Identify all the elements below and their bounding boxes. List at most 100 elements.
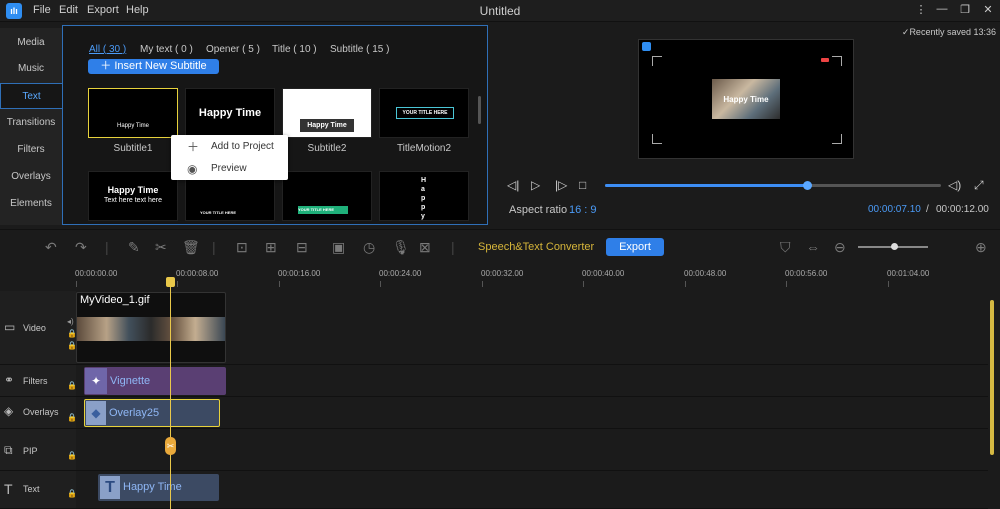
- maximize-icon[interactable]: ❐: [957, 3, 973, 16]
- fit-icon[interactable]: ⇔: [806, 239, 820, 255]
- filter-title[interactable]: Title ( 10 ): [272, 44, 317, 55]
- filter-opener[interactable]: Opener ( 5 ): [206, 44, 260, 55]
- tab-filters[interactable]: Filters: [0, 137, 62, 163]
- speech-text-converter-button[interactable]: Speech&Text Converter: [478, 241, 594, 253]
- window-title: Untitled: [479, 4, 521, 18]
- track-lane-pip[interactable]: [76, 429, 988, 471]
- split-scissors-icon[interactable]: ✂: [165, 437, 176, 455]
- close-icon[interactable]: ✕: [980, 3, 996, 16]
- divider: |: [212, 239, 216, 255]
- seek-progress: [605, 184, 807, 187]
- video-clip[interactable]: MyVideo_1.gif: [76, 292, 226, 363]
- divider: |: [105, 239, 109, 255]
- ruler-tick: [583, 281, 584, 287]
- subtitle2-thumbnail[interactable]: Happy Time: [282, 88, 372, 138]
- video-clip-frames: [77, 317, 225, 341]
- frame-corner-icon: [832, 134, 842, 144]
- track-header-text: T Text 🔒: [0, 471, 77, 509]
- text-clip[interactable]: T Happy Time: [98, 474, 219, 501]
- tab-music[interactable]: Music: [0, 56, 62, 82]
- time-separator: /: [926, 204, 929, 215]
- next-frame-icon[interactable]: |▷: [555, 178, 567, 192]
- fullscreen-icon[interactable]: ⤢: [974, 178, 984, 193]
- microphone-icon[interactable]: 🎙: [392, 239, 410, 256]
- thumbnail-caption: Subtitle1: [113, 143, 153, 154]
- text-thumbnail-2[interactable]: Happy Time: [185, 88, 275, 138]
- undo-icon[interactable]: ↶: [45, 239, 57, 256]
- timeline-scrollbar[interactable]: [990, 300, 994, 455]
- library-scrollbar[interactable]: [478, 96, 481, 124]
- filter-all[interactable]: All ( 30 ): [89, 44, 126, 55]
- ruler-tick: [482, 281, 483, 287]
- frame-corner-icon: [832, 56, 842, 66]
- filter-clip[interactable]: ✦ Vignette: [84, 367, 226, 395]
- track-header-video: ▭ Video ◂) 🔒 🔒: [0, 291, 77, 365]
- save-status: ✓Recently saved 13:36: [901, 27, 996, 37]
- tab-media[interactable]: Media: [0, 30, 62, 56]
- plus-icon: ＋: [187, 140, 200, 154]
- overlays-icon: ◈: [4, 404, 14, 418]
- thumbnail-caption: Subtitle2: [307, 143, 347, 154]
- pencil-icon[interactable]: ✎: [128, 239, 140, 256]
- text-thumbnail-8[interactable]: Happy: [379, 171, 469, 221]
- marker-icon[interactable]: ⛉: [780, 239, 791, 256]
- voiceover-icon[interactable]: ⊠: [419, 239, 431, 256]
- overlay-clip[interactable]: ◆ Overlay25: [84, 399, 220, 427]
- more-options-icon[interactable]: ⋮: [913, 3, 929, 16]
- ruler-label: 00:00:40.00: [582, 269, 625, 278]
- insert-new-subtitle-button[interactable]: ＋ Insert New Subtitle: [88, 59, 219, 74]
- menu-item-add-to-project[interactable]: ＋ Add to Project: [171, 136, 288, 158]
- play-icon[interactable]: ▷: [531, 178, 540, 192]
- filter-subtitle[interactable]: Subtitle ( 15 ): [330, 44, 389, 55]
- ruler-tick: [177, 281, 178, 287]
- resize-icon[interactable]: ⊞: [265, 239, 277, 256]
- text-thumbnail-7[interactable]: YOUR TITLE HERE: [282, 171, 372, 221]
- rec-indicator-icon: [821, 58, 829, 62]
- seek-handle[interactable]: [802, 181, 812, 190]
- delete-icon[interactable]: 🗑: [182, 239, 200, 256]
- zoom-in-icon[interactable]: ⊕: [975, 239, 987, 256]
- scissors-icon[interactable]: ✂: [155, 239, 167, 256]
- filters-icon: ⚭: [4, 373, 15, 387]
- text-clip-icon: T: [100, 476, 120, 499]
- freeze-icon[interactable]: ▣: [332, 239, 345, 256]
- plus-icon: ＋: [100, 60, 115, 72]
- mosaic-icon[interactable]: ⊟: [296, 239, 308, 256]
- previous-frame-icon[interactable]: ◁|: [507, 178, 519, 192]
- zoom-out-icon[interactable]: ⊖: [834, 239, 846, 256]
- duration-icon[interactable]: ◷: [363, 239, 375, 256]
- ruler-tick: [380, 281, 381, 287]
- text-library-panel: All ( 30 ) My text ( 0 ) Opener ( 5 ) Ti…: [62, 25, 488, 225]
- ruler-label: 00:00:32.00: [481, 269, 524, 278]
- frame-corner-icon: [652, 134, 662, 144]
- minimize-icon[interactable]: —: [934, 3, 950, 15]
- playhead[interactable]: [170, 278, 171, 509]
- tab-transitions[interactable]: Transitions: [0, 110, 62, 136]
- titlemotion2-thumbnail[interactable]: YOUR TITLE HERE: [379, 88, 469, 138]
- export-button[interactable]: Export: [606, 238, 664, 256]
- playhead-handle[interactable]: [166, 277, 175, 287]
- subtitle1-thumbnail[interactable]: Happy Time: [88, 88, 178, 138]
- aspect-ratio-label: Aspect ratio: [509, 204, 568, 216]
- text-thumbnail-5[interactable]: Happy Time Text here text here: [88, 171, 178, 221]
- overlay-shape-icon: ◆: [86, 401, 106, 425]
- tab-overlays[interactable]: Overlays: [0, 164, 62, 190]
- crop-icon[interactable]: ⊡: [236, 239, 248, 256]
- tab-text[interactable]: Text: [0, 83, 62, 109]
- tab-elements[interactable]: Elements: [0, 191, 62, 217]
- track-header-pip: ⧉ PIP 🔒: [0, 429, 77, 471]
- redo-icon[interactable]: ↷: [75, 239, 87, 256]
- eye-icon: ◉: [187, 162, 198, 176]
- menu-item-preview[interactable]: ◉ Preview: [171, 158, 288, 180]
- track-header-filters: ⚭ Filters 🔒: [0, 365, 77, 397]
- ruler-label: 00:00:08.00: [176, 269, 219, 278]
- speaker-icon[interactable]: ◂): [67, 317, 74, 326]
- zoom-slider-handle[interactable]: [891, 243, 898, 250]
- frame-corner-icon: [652, 56, 662, 66]
- filter-my-text[interactable]: My text ( 0 ): [140, 44, 193, 55]
- stop-icon[interactable]: □: [579, 178, 586, 192]
- app-logo-icon: [642, 42, 651, 51]
- ruler-tick: [888, 281, 889, 287]
- volume-icon[interactable]: ◁): [948, 178, 961, 192]
- aspect-ratio-value[interactable]: 16 : 9: [569, 204, 597, 216]
